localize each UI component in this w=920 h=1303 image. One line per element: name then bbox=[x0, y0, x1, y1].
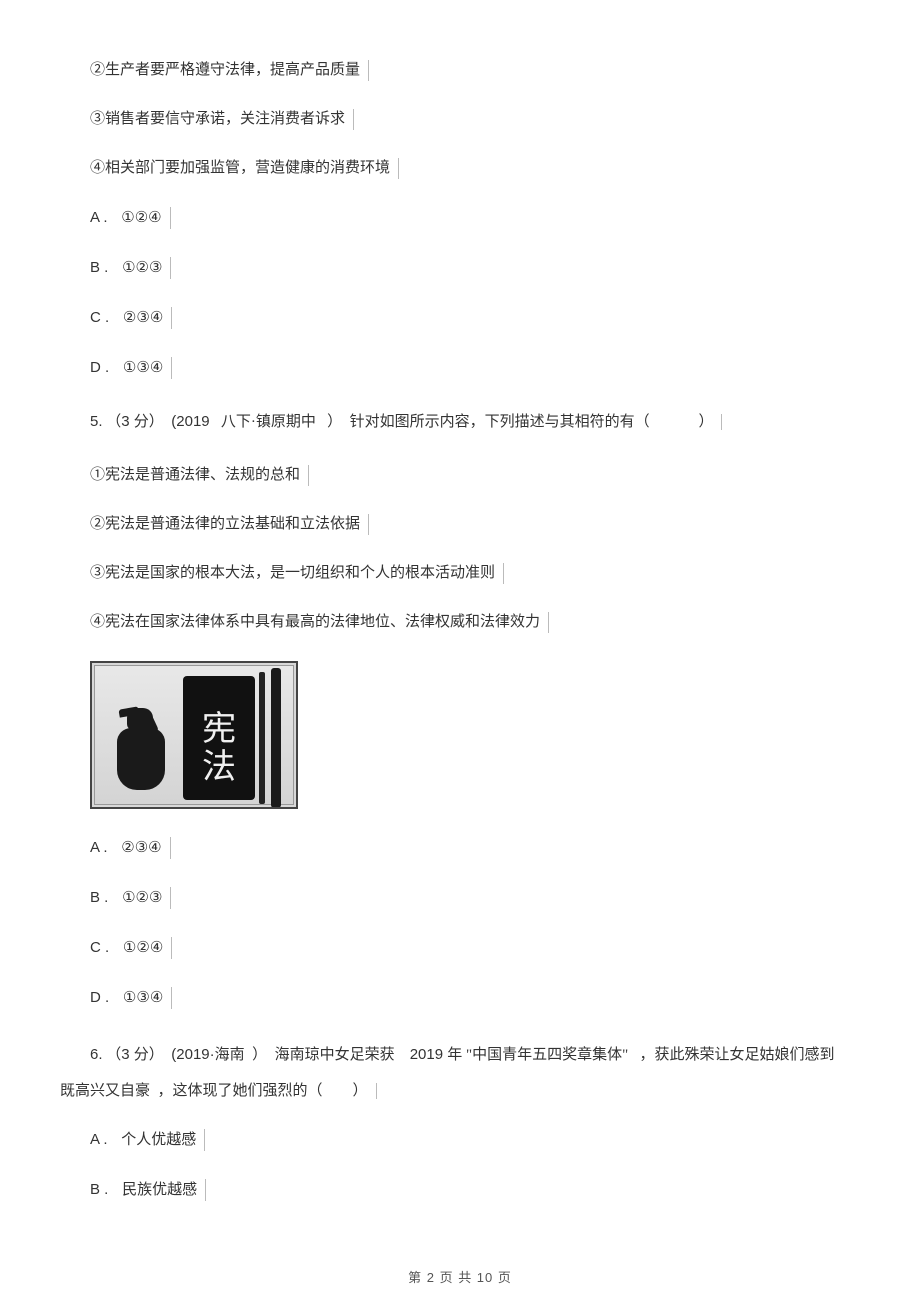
q4-statement-2: ②生产者要严格遵守法律，提高产品质量 bbox=[90, 60, 860, 81]
q5-statement-2: ②宪法是普通法律的立法基础和立法依据 bbox=[90, 514, 860, 535]
q4-statement-4: ④相关部门要加强监管，营造健康的消费环境 bbox=[90, 158, 860, 179]
q5-figure: 宪 法 bbox=[90, 661, 860, 809]
q5-stem: 5. （3 分） (2019 八下·镇原期中 ） 针对如图所示内容，下列描述与其… bbox=[90, 407, 860, 437]
page-footer: 第 2 页 共 10 页 bbox=[0, 1269, 920, 1287]
q5-figure-frame: 宪 法 bbox=[90, 661, 298, 809]
q5-option-c[interactable]: C . ①②④ bbox=[90, 937, 860, 959]
q6-option-a[interactable]: A . 个人优越感 bbox=[90, 1129, 860, 1151]
q6-option-b[interactable]: B . 民族优越感 bbox=[90, 1179, 860, 1201]
q5-statement-3: ③宪法是国家的根本大法，是一切组织和个人的根本活动准则 bbox=[90, 563, 860, 584]
q4-statement-3: ③销售者要信守承诺，关注消费者诉求 bbox=[90, 109, 860, 130]
q5-statement-1: ①宪法是普通法律、法规的总和 bbox=[90, 465, 860, 486]
q4-option-a[interactable]: A . ①②④ bbox=[90, 207, 860, 229]
q5-option-b[interactable]: B . ①②③ bbox=[90, 887, 860, 909]
q5-option-d[interactable]: D . ①③④ bbox=[90, 987, 860, 1009]
q5-statement-4: ④宪法在国家法律体系中具有最高的法律地位、法律权威和法律效力 bbox=[90, 612, 860, 633]
constitution-scroll-icon: 宪 法 bbox=[183, 676, 255, 800]
q4-option-b[interactable]: B . ①②③ bbox=[90, 257, 860, 279]
q6-stem: 6. （3 分） (2019·海南 ） 海南琼中女足荣获 2019 年 "中国青… bbox=[90, 1037, 860, 1109]
person-saluting-icon bbox=[113, 708, 169, 792]
q4-option-c[interactable]: C . ②③④ bbox=[90, 307, 860, 329]
q4-option-d[interactable]: D . ①③④ bbox=[90, 357, 860, 379]
q5-option-a[interactable]: A . ②③④ bbox=[90, 837, 860, 859]
